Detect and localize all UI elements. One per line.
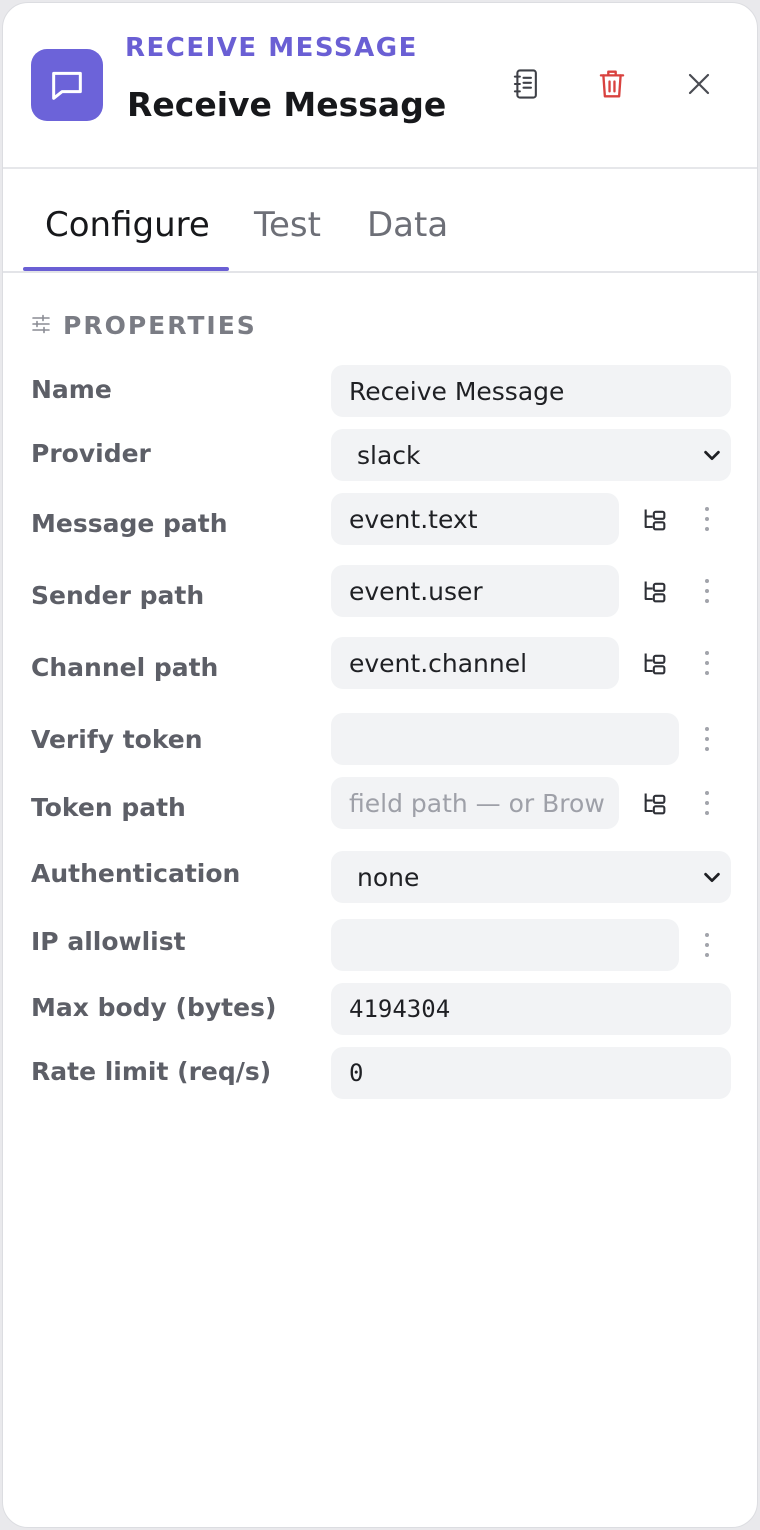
close-button[interactable] [678, 65, 720, 107]
field-tree-icon[interactable] [641, 650, 669, 678]
provider-select[interactable]: slack [331, 429, 731, 481]
channel-path-input[interactable]: event.channel [331, 637, 619, 689]
close-icon [687, 72, 711, 100]
more-options-icon[interactable] [699, 649, 715, 677]
message-path-input[interactable]: event.text [331, 493, 619, 545]
node-type-label: RECEIVE MESSAGE [125, 33, 418, 63]
field-label: Token path [31, 793, 186, 822]
field-row-authentication: Authentication none [3, 851, 757, 903]
tab-test[interactable]: Test [254, 205, 321, 245]
more-options-icon[interactable] [699, 789, 715, 817]
field-label: Provider [31, 439, 151, 468]
field-row-name: Name Receive Message [3, 365, 757, 417]
chat-bubble-icon [31, 49, 103, 121]
tab-bar: Configure Test Data [3, 169, 757, 273]
verify-token-input[interactable] [331, 713, 679, 765]
provider-selected-value: slack [357, 440, 421, 470]
field-label: Name [31, 375, 112, 404]
authentication-selected-value: none [357, 862, 420, 892]
active-tab-indicator [23, 267, 229, 271]
trash-icon [598, 68, 626, 104]
sliders-icon [31, 314, 51, 338]
tab-data[interactable]: Data [367, 205, 448, 245]
field-tree-icon[interactable] [641, 578, 669, 606]
field-row-verify-token: Verify token [3, 713, 757, 765]
field-label: IP allowlist [31, 927, 186, 956]
field-row-provider: Provider slack [3, 429, 757, 481]
token-path-placeholder: field path — or Brow [349, 788, 605, 818]
properties-section-header: PROPERTIES [31, 311, 257, 340]
field-tree-icon[interactable] [641, 506, 669, 534]
field-row-token-path: Token path field path — or Brow [3, 777, 757, 829]
chevron-down-icon [701, 865, 723, 894]
field-label: Sender path [31, 581, 205, 610]
field-row-sender-path: Sender path event.user [3, 565, 757, 617]
name-input[interactable]: Receive Message [331, 365, 731, 417]
authentication-select[interactable]: none [331, 851, 731, 903]
more-options-icon[interactable] [699, 725, 715, 753]
field-row-max-body: Max body (bytes) 4194304 [3, 983, 757, 1035]
tab-configure[interactable]: Configure [45, 205, 210, 245]
max-body-input[interactable]: 4194304 [331, 983, 731, 1035]
field-label: Verify token [31, 725, 203, 754]
ip-allowlist-input[interactable] [331, 919, 679, 971]
more-options-icon[interactable] [699, 505, 715, 533]
field-label: Message path [31, 509, 228, 538]
section-title: PROPERTIES [63, 311, 257, 340]
panel-header: RECEIVE MESSAGE Receive Message [3, 3, 757, 169]
field-row-channel-path: Channel path event.channel [3, 637, 757, 689]
field-row-rate-limit: Rate limit (req/s) 0 [3, 1047, 757, 1099]
rate-limit-input[interactable]: 0 [331, 1047, 731, 1099]
field-label: Authentication [31, 859, 241, 888]
docs-button[interactable] [505, 65, 547, 107]
node-title: Receive Message [127, 85, 447, 124]
field-row-message-path: Message path event.text [3, 493, 757, 545]
more-options-icon[interactable] [699, 577, 715, 605]
more-options-icon[interactable] [699, 931, 715, 959]
sender-path-input[interactable]: event.user [331, 565, 619, 617]
token-path-input[interactable]: field path — or Brow [331, 777, 619, 829]
delete-button[interactable] [591, 65, 633, 107]
field-label: Max body (bytes) [31, 993, 277, 1022]
node-config-panel: RECEIVE MESSAGE Receive Message Configur… [2, 2, 758, 1528]
field-tree-icon[interactable] [641, 790, 669, 818]
field-label: Rate limit (req/s) [31, 1057, 272, 1086]
field-label: Channel path [31, 653, 219, 682]
notebook-icon [511, 68, 541, 104]
chevron-down-icon [701, 443, 723, 472]
field-row-ip-allowlist: IP allowlist [3, 919, 757, 971]
